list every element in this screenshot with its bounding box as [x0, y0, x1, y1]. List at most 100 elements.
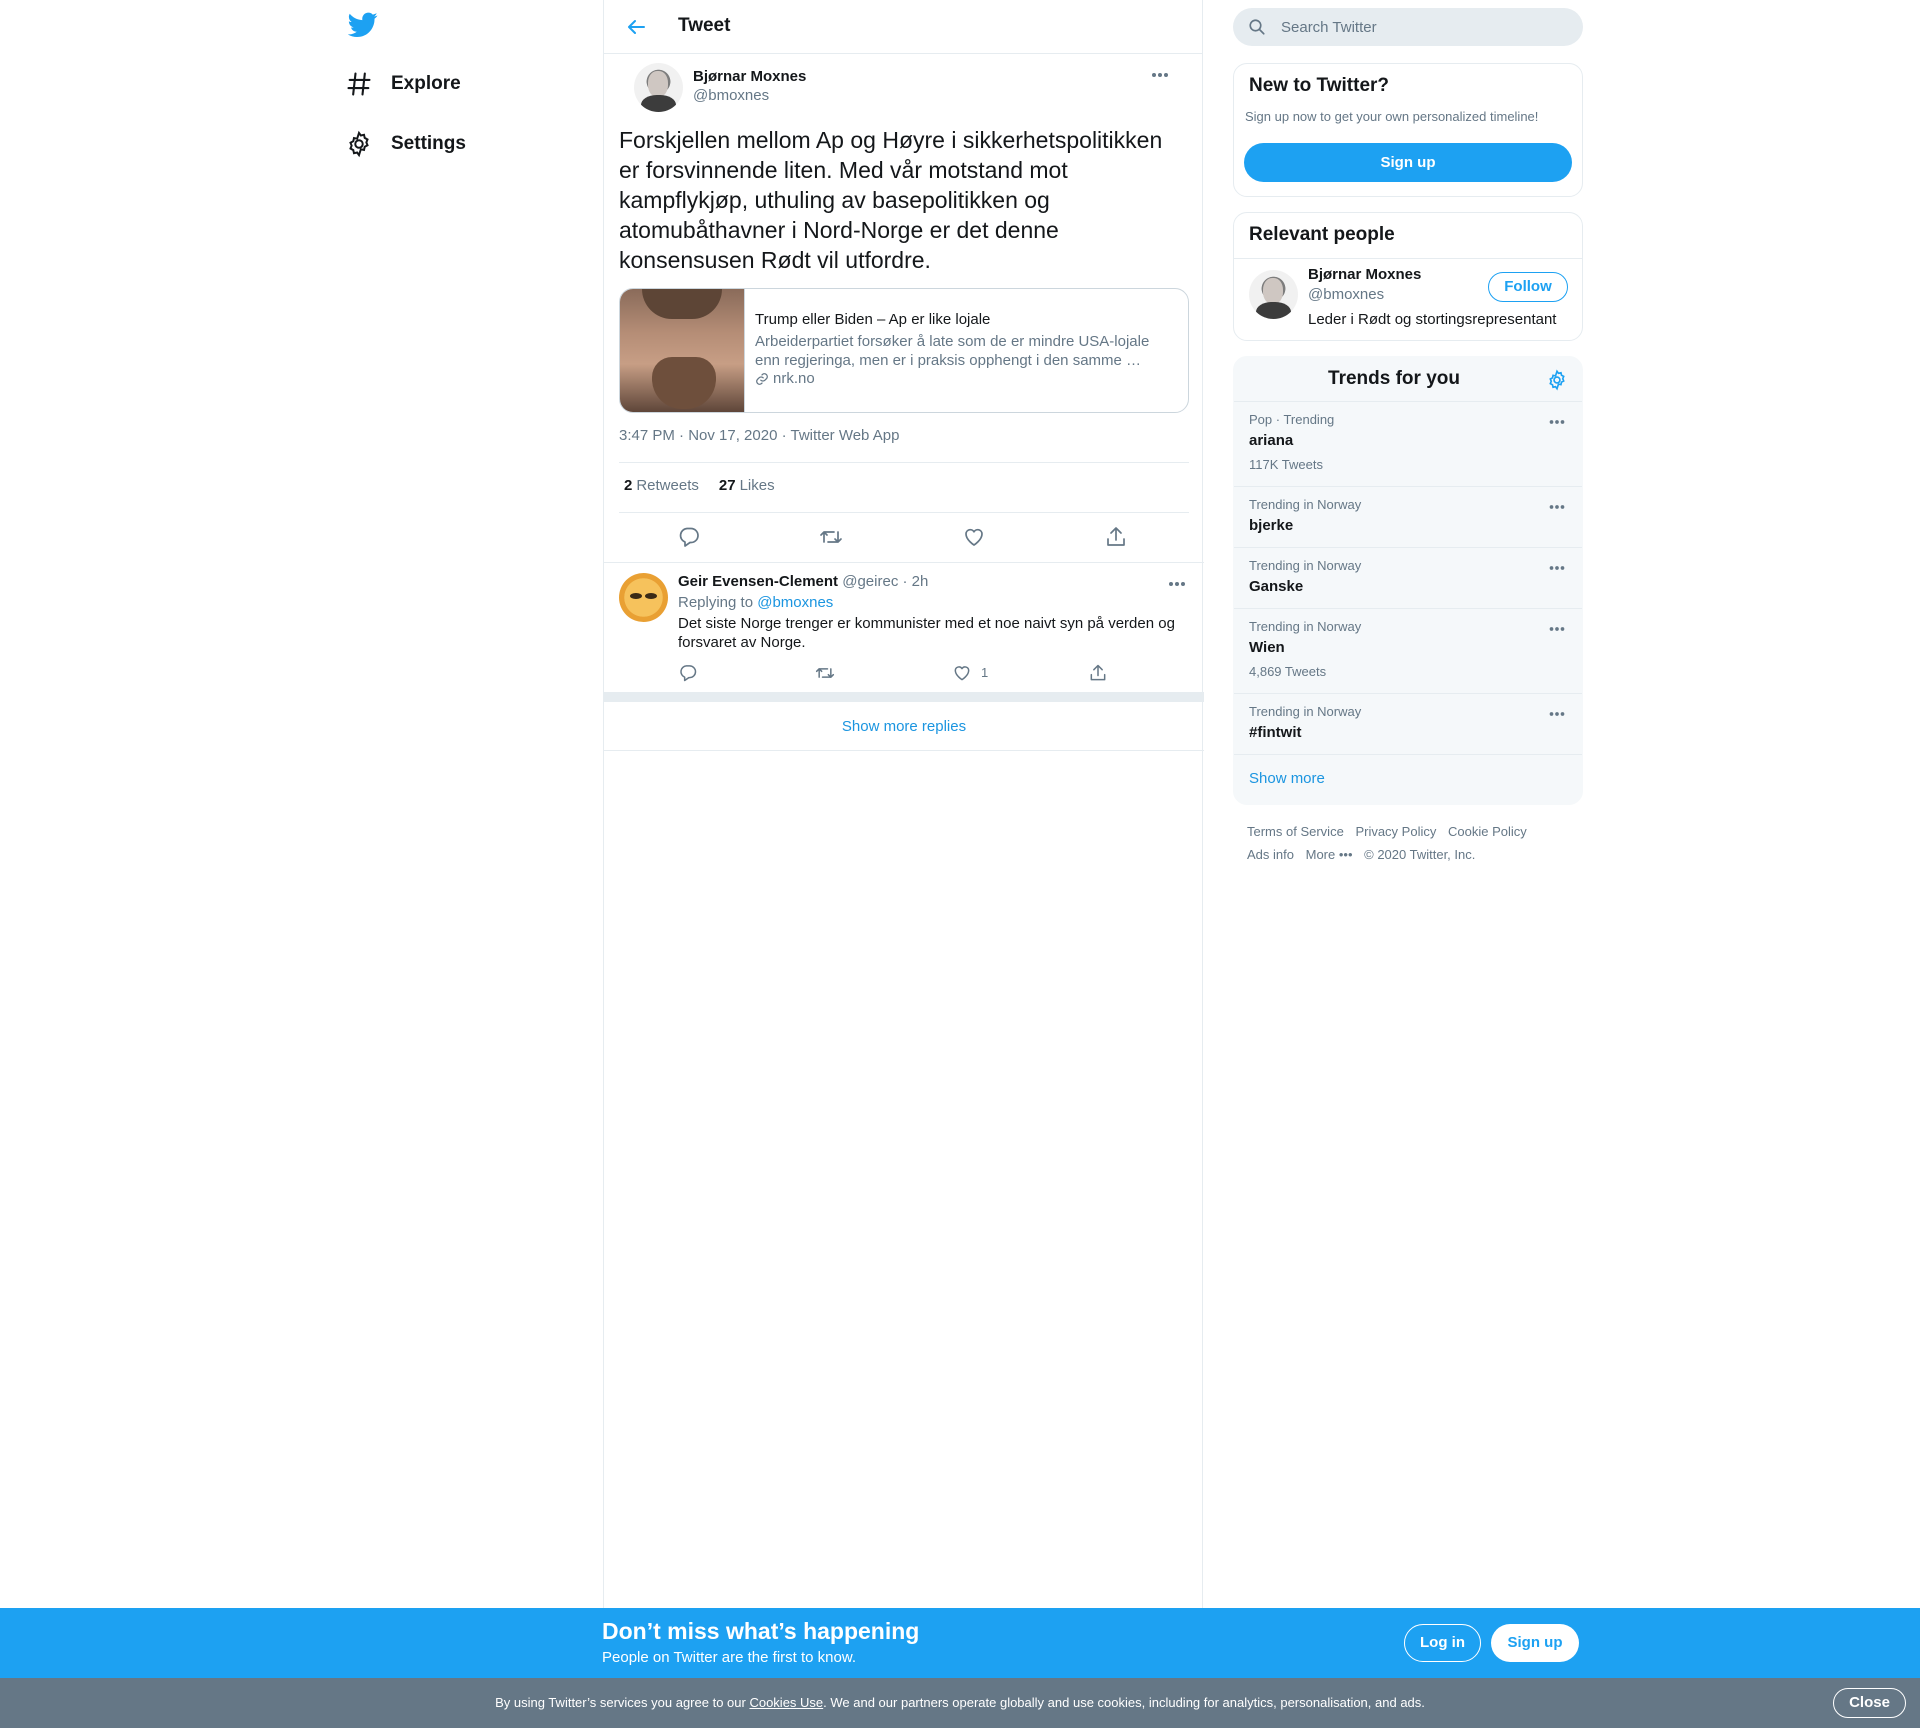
- more-icon[interactable]: [1546, 414, 1568, 430]
- trend-context: Trending in Norway: [1249, 558, 1362, 573]
- reply-time[interactable]: · 2h: [903, 573, 929, 590]
- hashtag-icon: [345, 70, 373, 98]
- footer-copyright: © 2020 Twitter, Inc.: [1364, 847, 1476, 862]
- retweets-label: Retweets: [636, 477, 699, 494]
- retweet-icon[interactable]: [819, 525, 843, 549]
- like-icon[interactable]: [962, 525, 986, 549]
- sidebar-signup-button[interactable]: Sign up: [1244, 143, 1572, 182]
- card-description: Arbeiderpartiet forsøker å late som de e…: [755, 333, 1150, 369]
- footer-more-link[interactable]: More •••: [1306, 847, 1353, 862]
- footer-terms-link[interactable]: Terms of Service: [1247, 824, 1344, 839]
- reply-like-count: 1: [981, 665, 989, 680]
- trend-item[interactable]: Trending in Norway Wien 4,869 Tweets: [1234, 608, 1582, 693]
- show-more-trends-link[interactable]: Show more: [1249, 770, 1325, 787]
- trend-context: Trending in Norway: [1249, 704, 1362, 719]
- divider: [1234, 258, 1582, 259]
- nav-explore-label: Explore: [391, 73, 461, 94]
- trend-name: ariana: [1249, 432, 1294, 449]
- arrow-left-icon[interactable]: [624, 15, 648, 39]
- page-title: Tweet: [678, 15, 731, 36]
- reply-tweet[interactable]: Geir Evensen-Clement @geirec · 2h Replyi…: [604, 562, 1204, 692]
- search-input[interactable]: [1281, 8, 1571, 46]
- signup-button[interactable]: Sign up: [1491, 1624, 1579, 1662]
- nav-explore[interactable]: Explore: [345, 64, 461, 104]
- new-to-twitter-title: New to Twitter?: [1249, 75, 1390, 96]
- twitter-bird-icon[interactable]: [348, 12, 380, 40]
- cookie-banner: By using Twitter’s services you agree to…: [0, 1678, 1920, 1728]
- reply-icon[interactable]: [678, 663, 698, 683]
- nav-settings[interactable]: Settings: [345, 124, 466, 164]
- login-button[interactable]: Log in: [1404, 1624, 1481, 1662]
- trend-item[interactable]: Trending in Norway Ganske: [1234, 547, 1582, 608]
- gear-icon[interactable]: [1546, 369, 1568, 391]
- trend-name: Wien: [1249, 639, 1285, 656]
- card-domain: nrk.no: [755, 370, 1155, 387]
- tweet-timestamp[interactable]: 3:47 PM · Nov 17, 2020 · Twitter Web App: [619, 427, 899, 444]
- main-column: Tweet Bjørnar Moxnes @bmoxnes Forskjelle…: [603, 0, 1204, 1608]
- search-icon: [1248, 18, 1266, 36]
- reply-author-name[interactable]: Geir Evensen-Clement: [678, 573, 838, 590]
- link-preview-card[interactable]: Trump eller Biden – Ap er like lojale Ar…: [619, 288, 1189, 413]
- retweet-icon[interactable]: [815, 663, 835, 683]
- retweets-stat[interactable]: 2 Retweets: [624, 477, 699, 494]
- footer-ads-link[interactable]: Ads info: [1247, 847, 1294, 862]
- share-icon[interactable]: [1088, 663, 1108, 683]
- new-to-twitter-subtitle: Sign up now to get your own personalized…: [1245, 109, 1539, 124]
- replying-to-link[interactable]: @bmoxnes: [757, 594, 833, 611]
- tweet-author-row: Bjørnar Moxnes @bmoxnes: [619, 54, 1187, 120]
- gear-icon: [345, 130, 373, 158]
- more-icon[interactable]: [1546, 621, 1568, 637]
- replying-to: Replying to @bmoxnes: [678, 594, 833, 611]
- reply-actions: 1: [678, 663, 1138, 683]
- person-name[interactable]: Bjørnar Moxnes: [1308, 266, 1421, 283]
- reply-author-handle[interactable]: @geirec: [842, 573, 898, 590]
- likes-stat[interactable]: 27 Likes: [719, 477, 775, 494]
- trend-item[interactable]: Trending in Norway #fintwit: [1234, 693, 1582, 754]
- avatar[interactable]: [619, 573, 668, 622]
- trend-context: Trending in Norway: [1249, 619, 1362, 634]
- footer-links: Terms of Service Privacy Policy Cookie P…: [1247, 820, 1577, 866]
- main-header: Tweet: [604, 0, 1202, 54]
- cookie-text-after: . We and our partners operate globally a…: [823, 1695, 1425, 1710]
- relevant-people-panel: Relevant people Bjørnar Moxnes @bmoxnes …: [1233, 212, 1583, 341]
- trend-context: Trending in Norway: [1249, 497, 1362, 512]
- show-more-replies-button[interactable]: Show more replies: [604, 702, 1204, 751]
- trend-name: Ganske: [1249, 578, 1304, 595]
- cookies-use-link[interactable]: Cookies Use: [749, 1695, 823, 1710]
- more-icon[interactable]: [1546, 560, 1568, 576]
- avatar[interactable]: [634, 63, 683, 112]
- like-icon[interactable]: [952, 663, 972, 683]
- trend-item[interactable]: Pop · Trending ariana 117K Tweets: [1234, 401, 1582, 486]
- person-bio: Leder i Rødt og stortingsrepresentant: [1308, 311, 1557, 328]
- new-to-twitter-panel: New to Twitter? Sign up now to get your …: [1233, 63, 1583, 197]
- link-icon: [755, 372, 769, 386]
- tweet-text: Forskjellen mellom Ap og Høyre i sikkerh…: [619, 127, 1163, 273]
- card-title: Trump eller Biden – Ap er like lojale: [755, 311, 991, 328]
- close-button[interactable]: Close: [1833, 1688, 1906, 1718]
- reply-icon[interactable]: [677, 525, 701, 549]
- cookie-text: By using Twitter’s services you agree to…: [0, 1695, 1920, 1710]
- share-icon[interactable]: [1104, 525, 1128, 549]
- nav-settings-label: Settings: [391, 133, 466, 154]
- person-handle[interactable]: @bmoxnes: [1308, 286, 1384, 303]
- tweet-author-name[interactable]: Bjørnar Moxnes: [693, 68, 806, 85]
- divider: [1234, 754, 1582, 755]
- more-icon[interactable]: [1546, 499, 1568, 515]
- card-thumbnail: [620, 289, 745, 412]
- follow-button[interactable]: Follow: [1488, 272, 1568, 302]
- likes-count: 27: [718, 477, 736, 494]
- more-icon[interactable]: [1165, 575, 1189, 593]
- trend-item[interactable]: Trending in Norway bjerke: [1234, 486, 1582, 547]
- footer-privacy-link[interactable]: Privacy Policy: [1355, 824, 1436, 839]
- cookie-text-before: By using Twitter’s services you agree to…: [495, 1695, 746, 1710]
- more-icon[interactable]: [1148, 66, 1172, 84]
- avatar[interactable]: [1249, 270, 1298, 319]
- tweet-author-handle[interactable]: @bmoxnes: [693, 87, 769, 104]
- likes-label: Likes: [739, 477, 775, 494]
- retweets-count: 2: [624, 477, 633, 494]
- main-tweet: Bjørnar Moxnes @bmoxnes: [604, 54, 1202, 120]
- footer-cookie-link[interactable]: Cookie Policy: [1448, 824, 1527, 839]
- trends-panel: Trends for you Pop · Trending ariana 117…: [1233, 356, 1583, 805]
- more-icon[interactable]: [1546, 706, 1568, 722]
- replying-to-label: Replying to: [678, 594, 754, 611]
